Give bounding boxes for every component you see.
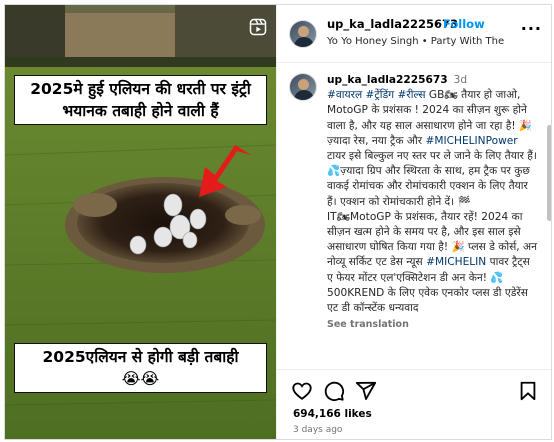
- caption-text-part: टायर इसे बिल्कुल नए स्तर पर ले जाने के ल…: [327, 150, 537, 208]
- separator-dot: •: [433, 17, 440, 31]
- likes-count[interactable]: 694,166 likes: [293, 408, 372, 420]
- post-header: up_ka_ladla2225673 • Follow Yo Yo Honey …: [277, 5, 551, 63]
- reels-icon: [249, 18, 267, 36]
- caption-time: 3d: [453, 74, 468, 86]
- post-dialog: 2025मे हुई एलियन की धरती पर इंट्री भयानक…: [4, 4, 552, 440]
- crying-emoji: 😭😭: [121, 369, 160, 388]
- follow-button[interactable]: Follow: [443, 17, 485, 31]
- caption-comment: up_ka_ladla2225673 3d #वायरल #ट्रेंडिंग #…: [277, 63, 551, 369]
- share-icon[interactable]: [355, 380, 377, 402]
- caption-text: up_ka_ladla2225673 3d #वायरल #ट्रेंडिंग #…: [327, 73, 539, 332]
- video-caption-bottom: 2025एलियन से होगी बड़ी तबाही 😭😭: [14, 343, 267, 393]
- post-actions: 694,166 likes 3 days ago: [277, 369, 551, 439]
- author-avatar[interactable]: [289, 20, 317, 48]
- scrollbar-thumb[interactable]: [547, 125, 551, 221]
- caption-username[interactable]: up_ka_ladla2225673: [327, 74, 448, 86]
- hashtag-group[interactable]: #वायरल #ट्रेंडिंग #रील्स: [327, 89, 426, 101]
- post-timestamp[interactable]: 3 days ago: [293, 425, 342, 435]
- bookmark-icon[interactable]: [517, 380, 539, 402]
- heart-icon[interactable]: [291, 380, 313, 402]
- video-caption-bottom-text: 2025एलियन से होगी बड़ी तबाही: [42, 348, 239, 366]
- audio-track-link[interactable]: Yo Yo Honey Singh • Party With The Bho..…: [327, 36, 507, 47]
- video-caption-top: 2025मे हुई एलियन की धरती पर इंट्री भयानक…: [14, 75, 267, 125]
- hashtag-michelin[interactable]: #MICHELIN: [426, 256, 486, 268]
- see-translation-link[interactable]: See translation: [327, 317, 539, 332]
- more-options-icon[interactable]: ...: [521, 15, 542, 34]
- comment-icon[interactable]: [323, 380, 345, 402]
- post-sidebar: up_ka_ladla2225673 • Follow Yo Yo Honey …: [276, 5, 551, 439]
- commenter-avatar[interactable]: [289, 73, 317, 101]
- post-media[interactable]: 2025मे हुई एलियन की धरती पर इंट्री भयानक…: [5, 5, 276, 439]
- hashtag-michelinpower[interactable]: #MICHELINPower: [425, 135, 517, 147]
